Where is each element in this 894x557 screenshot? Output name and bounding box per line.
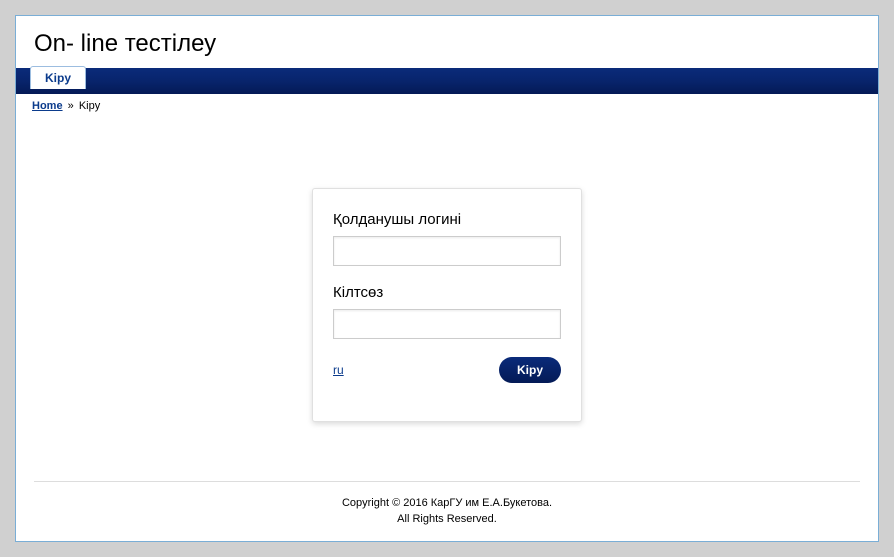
footer: Copyright © 2016 КарГУ им Е.А.Букетова. … xyxy=(16,473,878,541)
password-group: Кілтсөз xyxy=(333,284,561,339)
login-panel: Қолданушы логині Кілтсөз ru Kipy xyxy=(312,188,582,422)
page-container: On- line тестілеу Kipy Home » Kipy Қолда… xyxy=(15,15,879,542)
username-input[interactable] xyxy=(333,236,561,266)
breadcrumb-separator: » xyxy=(68,100,74,112)
language-link-ru[interactable]: ru xyxy=(333,363,344,377)
username-group: Қолданушы логині xyxy=(333,211,561,266)
breadcrumb-home-link[interactable]: Home xyxy=(32,100,63,112)
footer-line2: All Rights Reserved. xyxy=(397,513,497,525)
page-title: On- line тестілеу xyxy=(34,30,860,58)
breadcrumb: Home » Kipy xyxy=(16,94,878,118)
username-label: Қолданушы логині xyxy=(333,211,561,228)
password-input[interactable] xyxy=(333,309,561,339)
header: On- line тестілеу xyxy=(16,16,878,68)
breadcrumb-current: Kipy xyxy=(79,100,100,112)
navbar: Kipy xyxy=(16,68,878,94)
footer-copyright: Copyright © 2016 КарГУ им Е.А.Букетова. … xyxy=(34,496,860,527)
tab-login[interactable]: Kipy xyxy=(30,66,86,89)
main-area: Қолданушы логині Кілтсөз ru Kipy xyxy=(16,118,878,473)
footer-line1: Copyright © 2016 КарГУ им Е.А.Букетова. xyxy=(342,497,552,509)
footer-divider xyxy=(34,481,860,482)
login-actions: ru Kipy xyxy=(333,357,561,383)
password-label: Кілтсөз xyxy=(333,284,561,301)
login-submit-button[interactable]: Kipy xyxy=(499,357,561,383)
